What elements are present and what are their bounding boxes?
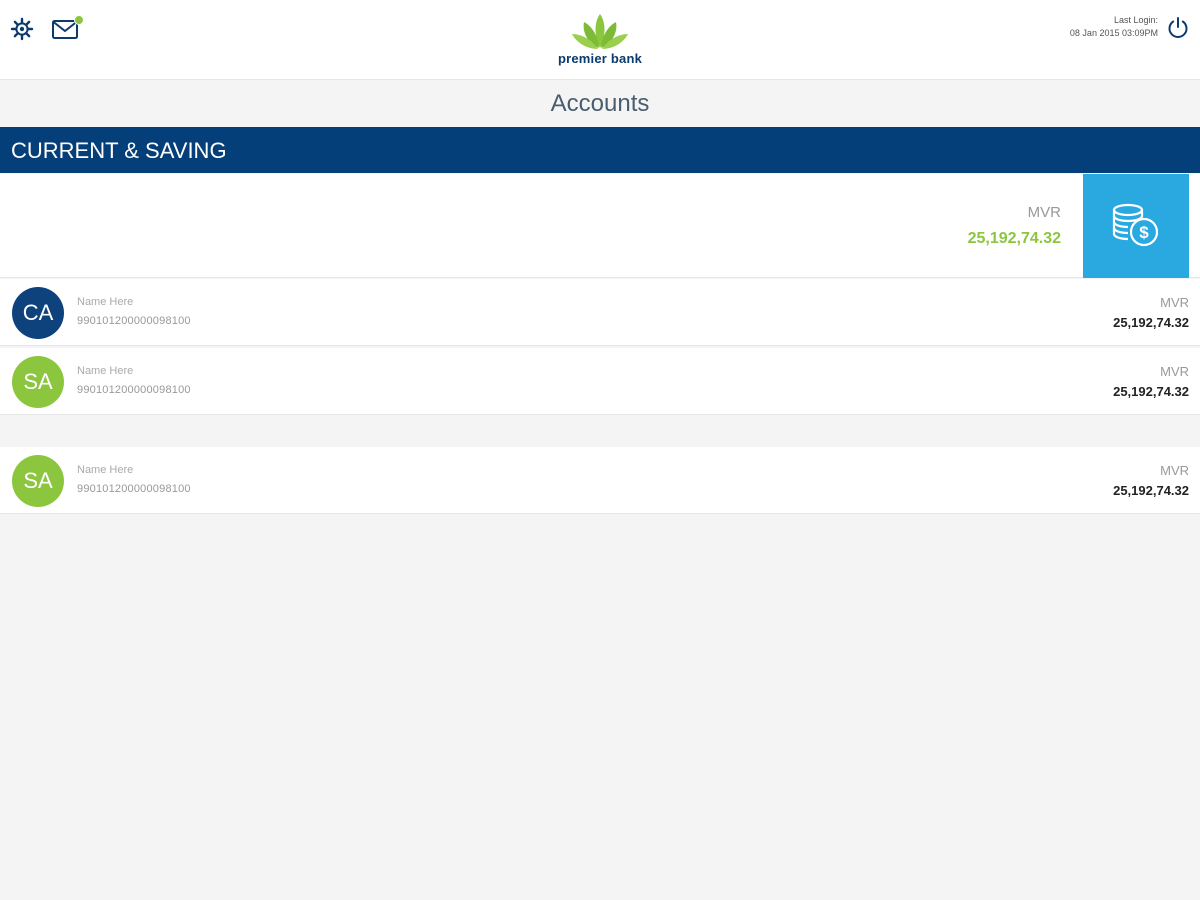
avatar: SA — [12, 455, 64, 507]
summary-tile[interactable]: $ — [1083, 174, 1189, 278]
account-number: 990101200000098100 — [77, 483, 191, 495]
power-icon[interactable] — [1166, 16, 1190, 40]
coins-dollar-icon: $ — [1112, 203, 1159, 247]
account-currency: MVR — [1160, 463, 1189, 478]
mail-icon[interactable] — [52, 15, 84, 41]
account-name: Name Here — [77, 365, 134, 377]
avatar: CA — [12, 287, 64, 339]
account-currency: MVR — [1160, 295, 1189, 310]
avatar: SA — [12, 356, 64, 408]
lotus-logo-icon — [572, 14, 628, 49]
account-row[interactable]: SA Name Here 990101200000098100 MVR 25,1… — [0, 447, 1200, 514]
summary-amount: 25,192,74.32 — [967, 230, 1061, 247]
svg-text:$: $ — [1139, 223, 1149, 242]
account-number: 990101200000098100 — [77, 384, 191, 396]
account-currency: MVR — [1160, 364, 1189, 379]
section-summary: MVR 25,192,74.32 $ — [0, 174, 1200, 278]
account-name: Name Here — [77, 296, 134, 308]
section-header-current-saving: CURRENT & SAVING — [0, 127, 1200, 173]
account-balance: 25,192,74.32 — [1113, 483, 1189, 498]
account-balance: 25,192,74.32 — [1113, 315, 1189, 330]
notification-dot-icon — [74, 15, 84, 25]
last-login-value: 08 Jan 2015 03:09PM — [1069, 28, 1158, 38]
top-bar: premier bank Last Login: 08 Jan 2015 03:… — [0, 0, 1200, 80]
account-row[interactable]: SA Name Here 990101200000098100 MVR 25,1… — [0, 348, 1200, 415]
logo-text: premier bank — [557, 51, 643, 66]
last-login-label: Last Login: — [1113, 15, 1158, 25]
account-balance: 25,192,74.32 — [1113, 384, 1189, 399]
page-title: Accounts — [550, 90, 650, 117]
account-row[interactable]: CA Name Here 990101200000098100 MVR 25,1… — [0, 279, 1200, 346]
settings-gear-icon[interactable] — [10, 17, 34, 41]
account-number: 990101200000098100 — [77, 315, 191, 327]
last-login-info: Last Login: 08 Jan 2015 03:09PM — [1070, 14, 1158, 40]
bank-logo: premier bank — [550, 12, 650, 70]
summary-currency: MVR — [1027, 204, 1061, 221]
account-name: Name Here — [77, 464, 134, 476]
